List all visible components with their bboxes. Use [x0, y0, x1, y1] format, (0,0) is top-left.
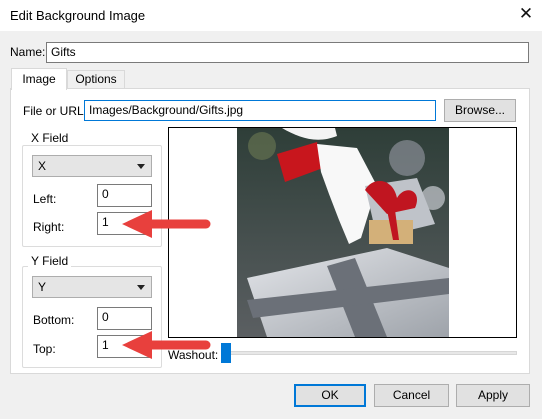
- window-title: Edit Background Image: [10, 8, 146, 23]
- bottom-label: Bottom:: [33, 313, 75, 327]
- close-icon[interactable]: ✕: [516, 4, 536, 24]
- ok-button[interactable]: OK: [294, 384, 366, 407]
- apply-button[interactable]: Apply: [456, 384, 530, 407]
- cancel-button[interactable]: Cancel: [374, 384, 449, 407]
- right-label: Right:: [33, 220, 65, 234]
- annotation-arrow-top-field: [122, 331, 211, 359]
- left-label: Left:: [33, 192, 57, 206]
- top-label: Top:: [33, 342, 56, 356]
- left-field[interactable]: 0: [97, 184, 152, 207]
- x-field-group-label: X Field: [28, 131, 72, 145]
- chevron-down-icon: [137, 285, 145, 290]
- y-field-selected-value: Y: [38, 280, 47, 294]
- washout-track[interactable]: [221, 351, 517, 355]
- image-preview: [168, 127, 517, 338]
- tab-options[interactable]: Options: [67, 70, 125, 89]
- y-field-group-label: Y Field: [28, 254, 72, 268]
- file-url-field[interactable]: Images/Background/Gifts.jpg: [84, 100, 436, 121]
- annotation-arrow-right-field: [122, 210, 211, 238]
- y-field-select[interactable]: Y: [32, 276, 152, 298]
- name-field[interactable]: Gifts: [46, 42, 529, 63]
- browse-button[interactable]: Browse...: [444, 99, 516, 122]
- x-field-select[interactable]: X: [32, 155, 152, 177]
- gift-photo: [237, 128, 449, 337]
- name-label: Name:: [10, 45, 46, 59]
- x-field-selected-value: X: [38, 159, 47, 173]
- chevron-down-icon: [137, 164, 145, 169]
- tab-image[interactable]: Image: [11, 68, 67, 90]
- file-label: File or URL:: [23, 104, 88, 118]
- washout-slider-thumb[interactable]: [221, 343, 231, 363]
